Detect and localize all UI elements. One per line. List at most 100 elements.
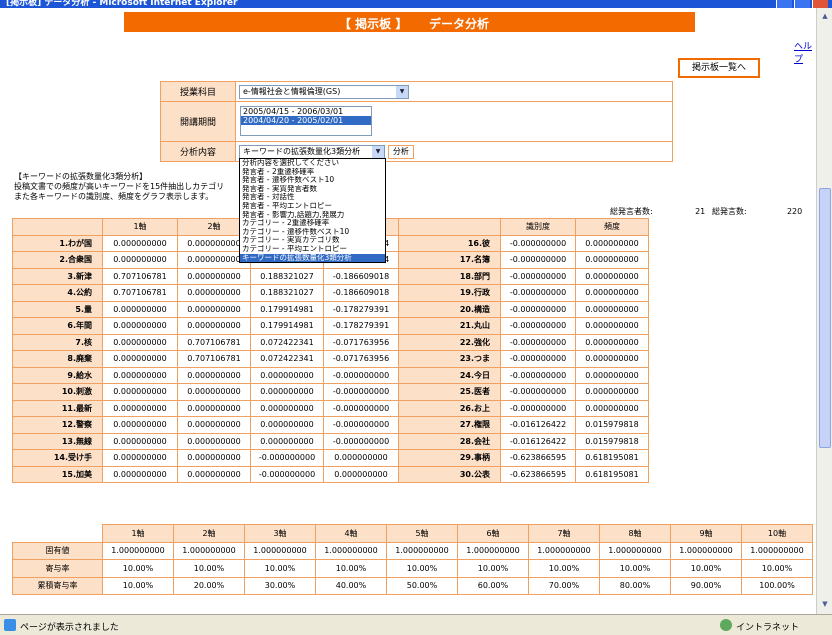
value-cell: 0.000000000 bbox=[177, 300, 251, 318]
close-button[interactable] bbox=[812, 0, 828, 8]
value-cell: -0.178279391 bbox=[323, 317, 399, 335]
value-cell: -0.016126422 bbox=[500, 416, 576, 434]
analysis-select[interactable]: キーワードの拡張数量化3類分析 ▼ bbox=[239, 144, 385, 159]
dropdown-option[interactable]: 発言者 - 2重遷移確率 bbox=[240, 168, 385, 177]
value-cell: 10.00% bbox=[670, 559, 742, 578]
table-row: 8.廃棄 0.000000000 0.707106781 0.072422341 -0.… bbox=[12, 350, 649, 368]
help-link[interactable]: ヘルプ bbox=[794, 39, 816, 65]
keyword-cell: 19.行政 bbox=[398, 284, 501, 302]
scrollbar-thumb[interactable] bbox=[819, 188, 831, 448]
value-cell: 0.618195081 bbox=[575, 465, 649, 483]
post-count-label: 総発言数: bbox=[712, 207, 747, 216]
dropdown-option[interactable]: カテゴリー - 実質カテゴリ数 bbox=[240, 236, 385, 245]
keyword-cell: 15.加美 bbox=[12, 465, 103, 483]
table-row: 12.警察 0.000000000 0.000000000 0.000000000 -0… bbox=[12, 416, 649, 434]
maximize-button[interactable] bbox=[794, 0, 810, 8]
keyword-cell: 13.無線 bbox=[12, 432, 103, 450]
keyword-cell: 30.公表 bbox=[398, 465, 501, 483]
value-cell: 0.000000000 bbox=[575, 284, 649, 302]
dropdown-option[interactable]: 発言者 - 影響力,話題力,発展力 bbox=[240, 211, 385, 220]
value-cell: 0.618195081 bbox=[575, 449, 649, 467]
keyword-cell: 12.警察 bbox=[12, 416, 103, 434]
analysis-form: 授業科目 e-情報社会と情報倫理(GS) ▼ 開講期間 分析内容 キーワードの拡張… bbox=[160, 81, 673, 162]
table-row: 3.新津 0.707106781 0.000000000 0.188321027 -0.… bbox=[12, 267, 649, 285]
value-cell: 70.00% bbox=[528, 576, 600, 595]
course-label: 授業科目 bbox=[160, 81, 236, 102]
keyword-cell: 2.合衆国 bbox=[12, 251, 103, 269]
table-row: 4.公約 0.707106781 0.000000000 0.188321027 -0.… bbox=[12, 284, 649, 302]
value-cell: -0.000000000 bbox=[500, 333, 576, 351]
dropdown-option[interactable]: 発言者 - 遷移件数ベスト10 bbox=[240, 176, 385, 185]
dropdown-option[interactable]: 発言者 - 平均エントロピー bbox=[240, 202, 385, 211]
dropdown-option[interactable]: 発言者 - 実質発言者数 bbox=[240, 185, 385, 194]
value-cell: -0.623866595 bbox=[500, 449, 576, 467]
period-listbox[interactable]: 2005/04/15 - 2006/03/01 2004/04/20 - 200… bbox=[240, 106, 372, 136]
post-count: 総発言数: 220 bbox=[712, 206, 802, 217]
value-cell: 40.00% bbox=[315, 576, 387, 595]
axis-summary-table: 1軸 2軸 3軸 4軸 5軸 6軸 7軸 8軸 9軸 10軸 固有値 1.000000000 1.000… bbox=[12, 524, 813, 595]
value-cell: 0.000000000 bbox=[177, 399, 251, 417]
value-cell: -0.000000000 bbox=[323, 432, 399, 450]
value-cell: -0.000000000 bbox=[500, 251, 576, 269]
minimize-button[interactable] bbox=[776, 0, 792, 8]
value-cell: -0.186609018 bbox=[323, 284, 399, 302]
value-cell: 0.000000000 bbox=[575, 317, 649, 335]
value-cell: 0.000000000 bbox=[575, 267, 649, 285]
dropdown-option-selected[interactable]: キーワードの拡張数量化3類分析 bbox=[240, 253, 385, 263]
table-row: 寄与率 10.00% 10.00% 10.00% 10.00% 10.00% 10.00% 1… bbox=[12, 559, 813, 578]
value-cell: 0.000000000 bbox=[575, 251, 649, 269]
value-cell: 0.000000000 bbox=[177, 465, 251, 483]
dropdown-option[interactable]: カテゴリー - 平均エントロピー bbox=[240, 245, 385, 254]
dropdown-option[interactable]: 発言者 - 対話性 bbox=[240, 193, 385, 202]
vertical-scrollbar[interactable]: ▲ ▼ bbox=[816, 8, 832, 614]
column-header: 8軸 bbox=[599, 524, 671, 543]
analysis-dropdown-list[interactable]: 分析内容を選択してください 発言者 - 2重遷移確率 発言者 - 遷移件数ベスト… bbox=[239, 158, 386, 264]
value-cell: -0.000000000 bbox=[250, 449, 324, 467]
ie-page-icon bbox=[4, 619, 16, 631]
dropdown-option[interactable]: 分析内容を選択してください bbox=[240, 159, 385, 168]
column-header: 1軸 bbox=[102, 524, 174, 543]
period-option[interactable]: 2004/04/20 - 2005/02/01 bbox=[241, 116, 371, 125]
course-select[interactable]: e-情報社会と情報倫理(GS) ▼ bbox=[239, 84, 409, 99]
dropdown-option[interactable]: カテゴリー - 2重遷移確率 bbox=[240, 219, 385, 228]
period-option[interactable]: 2005/04/15 - 2006/03/01 bbox=[241, 107, 371, 116]
column-header: 4軸 bbox=[315, 524, 387, 543]
scroll-down-icon[interactable]: ▼ bbox=[819, 598, 831, 610]
keyword-cell: 24.今日 bbox=[398, 366, 501, 384]
value-cell: 10.00% bbox=[528, 559, 600, 578]
value-cell: 0.000000000 bbox=[250, 366, 324, 384]
window-title: [掲示板] データ分析 - Microsoft Internet Explore… bbox=[6, 0, 238, 8]
keyword-cell: 20.構造 bbox=[398, 300, 501, 318]
row-label: 寄与率 bbox=[12, 559, 103, 578]
value-cell: 1.000000000 bbox=[244, 541, 316, 560]
value-cell: 1.000000000 bbox=[670, 541, 742, 560]
keyword-cell: 6.年間 bbox=[12, 317, 103, 335]
column-header: 10軸 bbox=[741, 524, 813, 543]
keyword-cell: 9.給水 bbox=[12, 366, 103, 384]
dropdown-option[interactable]: カテゴリー - 遷移件数ベスト10 bbox=[240, 228, 385, 237]
value-cell: 1.000000000 bbox=[173, 541, 245, 560]
column-header: 1軸 bbox=[102, 218, 178, 236]
scroll-up-icon[interactable]: ▲ bbox=[819, 10, 831, 22]
page-banner: 【 掲示板 】 データ分析 bbox=[124, 12, 695, 32]
description-heading: 【キーワードの拡張数量化3類分析】 bbox=[14, 172, 148, 181]
value-cell: 10.00% bbox=[599, 559, 671, 578]
row-label: 固有値 bbox=[12, 541, 103, 560]
value-cell: 10.00% bbox=[244, 559, 316, 578]
value-cell: 0.000000000 bbox=[102, 383, 178, 401]
value-cell: 100.00% bbox=[741, 576, 813, 595]
value-cell: -0.178279391 bbox=[323, 300, 399, 318]
value-cell: -0.000000000 bbox=[323, 383, 399, 401]
value-cell: 0.072422341 bbox=[250, 333, 324, 351]
value-cell: 0.000000000 bbox=[575, 234, 649, 252]
value-cell: 0.000000000 bbox=[102, 432, 178, 450]
value-cell: 20.00% bbox=[173, 576, 245, 595]
analyze-button[interactable]: 分析 bbox=[387, 144, 414, 159]
table-row: 13.無線 0.000000000 0.000000000 0.000000000 -0… bbox=[12, 432, 649, 450]
board-list-button[interactable]: 掲示板一覧へ bbox=[678, 58, 760, 78]
value-cell: -0.071763956 bbox=[323, 350, 399, 368]
keyword-cell: 16.彼 bbox=[398, 234, 501, 252]
value-cell: -0.000000000 bbox=[323, 399, 399, 417]
speaker-count: 総発言者数: 21 bbox=[610, 206, 705, 217]
keyword-cell: 8.廃棄 bbox=[12, 350, 103, 368]
